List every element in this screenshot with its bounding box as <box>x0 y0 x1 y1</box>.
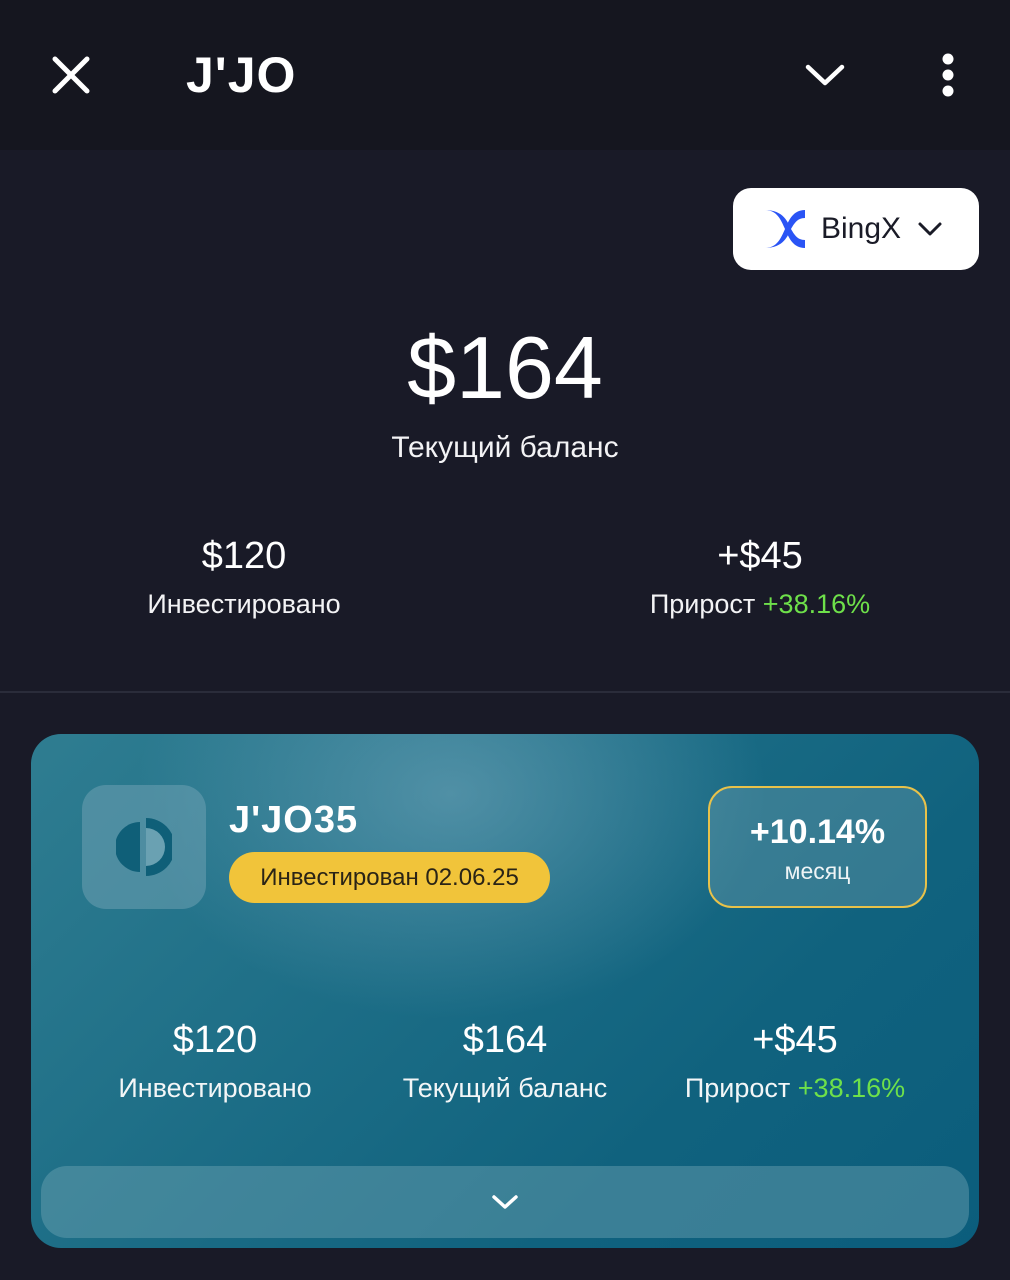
expand-card-button[interactable] <box>41 1166 969 1238</box>
fund-name: J'JO35 <box>229 799 359 841</box>
page-title: J'JO <box>186 47 297 103</box>
current-balance-label: Текущий баланс <box>391 431 619 464</box>
growth-label: Прирост <box>649 589 756 619</box>
fund-growth-stat: +$45 Прирост +38.16% <box>645 1018 945 1106</box>
fund-invested-value: $120 <box>172 1019 258 1061</box>
monthly-return-value: +10.14% <box>749 813 886 851</box>
top-app-bar: J'JO <box>0 0 1010 150</box>
more-vertical-icon <box>942 53 954 97</box>
exchange-selector[interactable]: BingX <box>733 188 979 270</box>
exchange-name: BingX <box>821 212 902 245</box>
invested-date-badge: Инвестирован 02.06.25 <box>229 852 550 903</box>
close-button[interactable] <box>48 52 94 98</box>
fund-logo <box>82 785 206 909</box>
chevron-down-icon <box>492 1195 518 1209</box>
invested-value: $120 <box>201 535 287 577</box>
fund-card[interactable]: J'JO35 Инвестирован 02.06.25 +10.14% мес… <box>31 734 979 1248</box>
fund-invested-stat: $120 Инвестировано <box>75 1018 355 1106</box>
chevron-down-icon <box>918 222 942 236</box>
fund-growth-percent: +38.16% <box>797 1073 906 1103</box>
monthly-return-box: +10.14% месяц <box>708 786 927 908</box>
growth-label-row: Прирост +38.16% <box>590 586 930 622</box>
more-options-button[interactable] <box>926 50 970 100</box>
fund-growth-label: Прирост <box>684 1073 791 1103</box>
close-icon <box>52 56 90 94</box>
monthly-return-label: месяц <box>784 858 851 884</box>
dropdown-toggle-button[interactable] <box>800 52 850 98</box>
invested-stat: $120 Инвестировано <box>94 534 394 622</box>
fund-logo-icon <box>116 818 172 876</box>
bingx-logo-icon <box>765 210 805 248</box>
growth-percent: +38.16% <box>762 589 871 619</box>
fund-invested-label: Инвестировано <box>118 1073 312 1103</box>
growth-value: +$45 <box>717 535 803 577</box>
fund-growth-label-row: Прирост +38.16% <box>645 1070 945 1106</box>
section-divider <box>0 691 1010 693</box>
growth-stat: +$45 Прирост +38.16% <box>590 534 930 622</box>
chevron-down-icon <box>805 64 845 86</box>
fund-balance-value: $164 <box>462 1019 548 1061</box>
invested-label: Инвестировано <box>147 589 341 619</box>
fund-balance-label: Текущий баланс <box>402 1073 608 1103</box>
fund-balance-stat: $164 Текущий баланс <box>365 1018 645 1106</box>
current-balance-value: $164 <box>407 318 603 417</box>
fund-growth-value: +$45 <box>752 1019 838 1061</box>
